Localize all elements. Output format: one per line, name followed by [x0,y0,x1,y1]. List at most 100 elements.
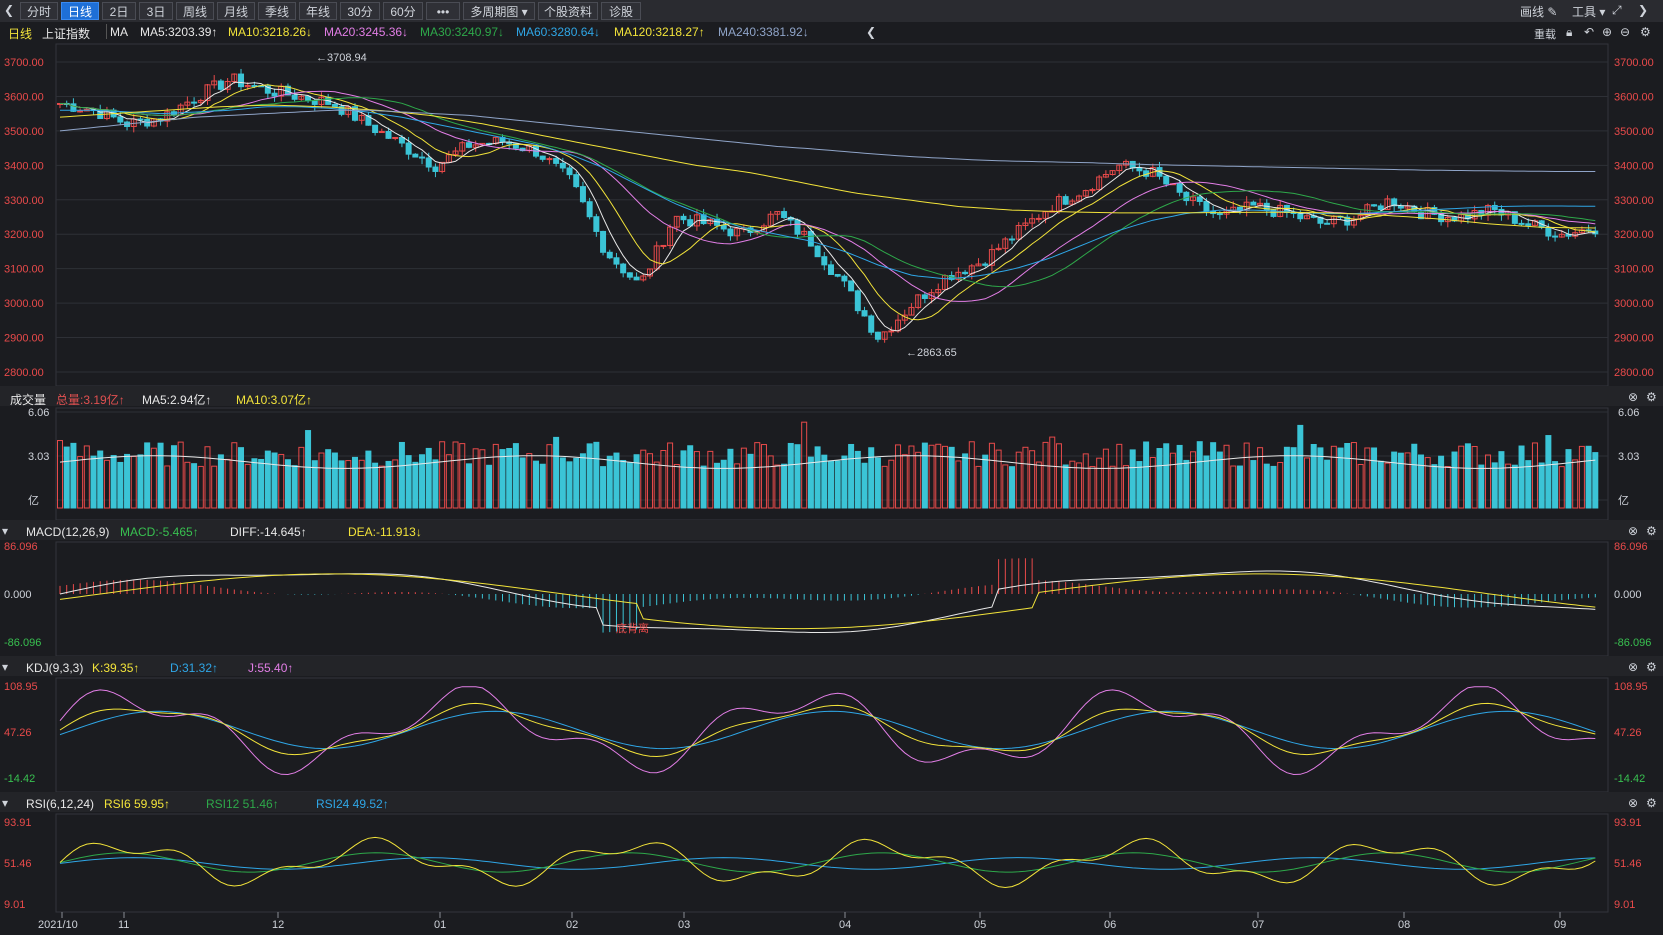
volume-bar [821,454,828,509]
tab-4[interactable]: 周线 [176,2,214,20]
volume-bar [305,430,312,509]
macd-stat-2: DEA:-11.913↓ [348,525,422,539]
price-tick-left: 3200.00 [4,229,44,241]
volume-bar [593,441,600,509]
volume-bar [975,465,982,509]
lock-icon[interactable]: 🔒︎ [1566,25,1572,40]
tab-6[interactable]: 季线 [258,2,296,20]
tab-13[interactable]: 诊股 [601,2,641,20]
price-tick-left: 3500.00 [4,126,44,138]
candle-body [425,157,432,168]
volume-bar [398,441,405,509]
tab-2[interactable]: 2日 [102,2,136,20]
volume-bar [734,463,741,509]
macd-title[interactable]: MACD(12,26,9) [26,525,109,539]
candle-body [660,244,667,247]
candle-body [1377,205,1384,211]
close-icon[interactable]: ⊗ [1628,524,1638,538]
volume-bar [1357,464,1364,509]
volume-bar [727,448,734,509]
fullscreen-icon[interactable]: ⤢ [1612,3,1622,18]
settings-icon[interactable]: ⚙ [1646,660,1657,674]
volume-bar [1458,445,1465,509]
tab-0[interactable]: 分时 [20,2,58,20]
kdj-title[interactable]: KDJ(9,3,3) [26,661,83,675]
volume-bar [861,462,868,509]
volume-bar [244,463,251,509]
time-tick-label: 08 [1398,919,1410,931]
volume-bar [928,444,935,509]
settings-icon[interactable]: ⚙ [1640,25,1651,39]
tab-7[interactable]: 年线 [299,2,337,20]
volume-stat-1: MA5:2.94亿↑ [142,393,212,407]
panel-collapse-icon[interactable]: ▾ [2,796,8,810]
volume-bar [834,460,841,509]
volume-bar [57,440,63,509]
volume-bar [1397,452,1404,509]
kdj-tick-left: 47.26 [4,727,32,739]
rsi-title[interactable]: RSI(6,12,24) [26,797,94,811]
ma10-line [59,84,1596,321]
index-name: 上证指数 [42,27,91,41]
candle-body [841,275,848,282]
settings-icon[interactable]: ⚙ [1646,524,1657,538]
tab-9[interactable]: 60分 [383,2,423,20]
reload-button[interactable]: 重载 [1534,26,1556,42]
volume-bar [1444,466,1451,509]
kdj-tick-right: 108.95 [1614,681,1648,693]
volume-bar [499,449,506,509]
candle-body [606,251,613,259]
zoom-out-icon[interactable]: ⊖ [1620,25,1630,39]
tab-5[interactable]: 月线 [217,2,255,20]
close-icon[interactable]: ⊗ [1628,390,1638,404]
ma-label[interactable]: MA [110,25,128,39]
candle-body [539,155,546,160]
price-tick-right: 3400.00 [1614,160,1654,172]
volume-bar [144,442,151,509]
settings-icon[interactable]: ⚙ [1646,390,1657,404]
volume-bar [935,443,942,509]
tab-11[interactable]: 多周期图 ▾ [463,2,535,20]
volume-bar [512,443,519,509]
volume-bar [472,448,479,509]
close-icon[interactable]: ⊗ [1628,796,1638,810]
volume-bar [1525,460,1532,509]
undo-icon[interactable]: ↶ [1584,25,1594,39]
close-icon[interactable]: ⊗ [1628,660,1638,674]
volume-bar [1538,462,1545,509]
panel-collapse-icon[interactable]: ▾ [2,524,8,538]
tab-8[interactable]: 30分 [340,2,380,20]
draw-tools-button[interactable]: 画线 ✎ [1520,3,1557,20]
candle-body [1062,196,1069,205]
volume-bar [579,453,586,509]
price-tick-right: 3600.00 [1614,91,1654,103]
volume-bar [110,455,117,509]
settings-icon[interactable]: ⚙ [1646,796,1657,810]
tab-1[interactable]: 日线 [61,2,99,20]
volume-bar [439,441,446,509]
volume-bar [331,452,338,509]
collapse-chevron-icon[interactable]: ❮ [866,25,876,39]
candle-body [720,224,727,230]
tab-10[interactable]: ••• [426,2,460,20]
back-chevron-icon[interactable]: ❮ [4,3,14,17]
volume-bar [97,450,104,509]
panel-collapse-icon[interactable]: ▾ [2,660,8,674]
macd-tick-right: -86.096 [1614,637,1651,649]
volume-bar [1545,435,1552,509]
tools-menu-button[interactable]: 工具 ▾ [1572,3,1605,20]
collapse-icon[interactable]: ❯ [1638,3,1648,17]
ma30-line [59,97,1596,288]
kdj-tick-left: 108.95 [4,681,38,693]
kdj-tick-right: -14.42 [1614,773,1645,785]
tab-12[interactable]: 个股资料 [538,2,598,20]
macd-diff-line [59,570,1596,633]
volume-bar [1055,443,1062,509]
zoom-in-icon[interactable]: ⊕ [1602,25,1612,39]
volume-bar [787,442,794,509]
macd-panel-header: ▾ MACD(12,26,9) MACD:-5.465↑ DIFF:-14.645… [0,522,1663,540]
tab-3[interactable]: 3日 [139,2,173,20]
volume-bar [425,447,432,509]
candle-body [1297,212,1304,220]
volume-bar [807,456,814,509]
